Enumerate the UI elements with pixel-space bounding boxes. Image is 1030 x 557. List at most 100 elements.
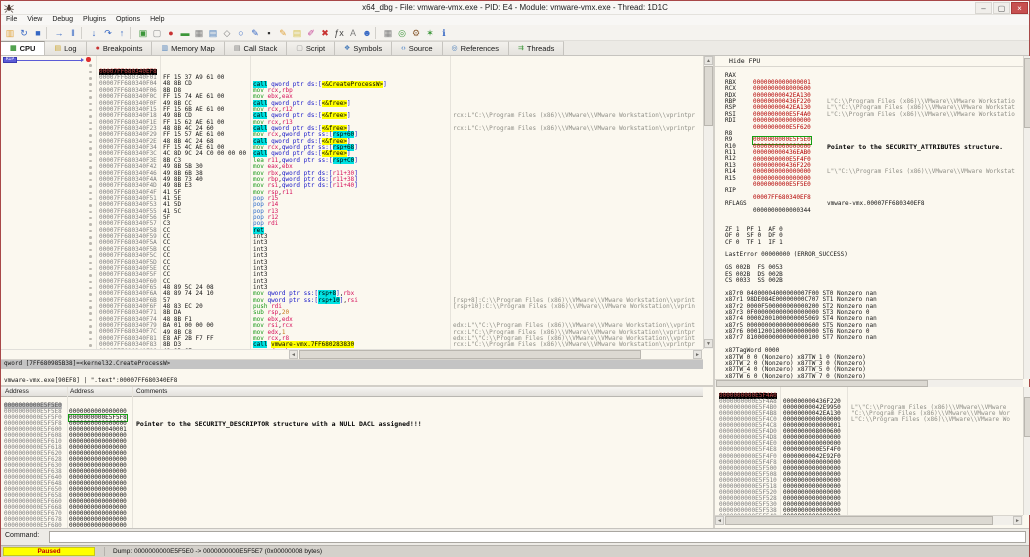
font-icon[interactable]: A [346,26,360,40]
menu-item[interactable]: View [22,15,47,25]
table-icon[interactable]: ▦ [381,26,395,40]
seh-chain-icon[interactable]: ◇ [220,26,234,40]
registers-hscrollbar[interactable] [715,379,1023,387]
clear-log-icon[interactable]: ✖ [318,26,332,40]
topmost-icon[interactable]: ◎ [395,26,409,40]
step-over-icon[interactable]: ↷ [101,26,115,40]
menu-item[interactable]: Plugins [78,15,111,25]
tab-script[interactable]: ▢ Script [287,41,336,55]
highlight-icon[interactable]: ✐ [304,26,318,40]
stack-row[interactable]: 0000000000E5F540 0000000000000000 [715,508,1023,515]
settings-icon[interactable]: ⚙ [409,26,423,40]
references-icon[interactable]: ✎ [248,26,262,40]
tab-log[interactable]: ▤ Log [45,41,87,55]
registers-vscrollbar[interactable] [1023,56,1030,379]
minimize-button[interactable]: – [975,2,992,14]
stack-pane[interactable]: 0000000000E5F4A0 000000000436F220 L"\"C:… [715,387,1023,515]
fx-icon[interactable]: ƒx [332,26,346,40]
breakpoint-dot-icon [89,159,92,163]
breakpoints-icon[interactable]: ● [164,26,178,40]
x64dbg-window: { "window": { "title": "x64_dbg - File: … [0,0,1030,557]
breakpoint-dot-icon [89,197,92,201]
dump-row[interactable]: 0000000000E5F680 0000000000000000 [1,517,703,529]
memory-map-icon[interactable]: ▬ [178,26,192,40]
scroll-thumb[interactable] [299,350,641,359]
separator[interactable] [81,26,86,39]
disassembly-vscrollbar[interactable]: ▲ ▼ [703,56,713,349]
breakpoint-dot-icon [89,108,92,112]
cpu-window-icon[interactable]: ▣ [136,26,150,40]
scroll-thumb[interactable] [716,380,928,387]
tab-symbols[interactable]: ❖ Symbols [335,41,393,55]
run-icon[interactable]: → [52,26,66,40]
disassembly-hscrollbar[interactable]: ◄ ► [1,349,703,359]
assembler-icon[interactable]: ✎ [276,26,290,40]
status-bar: Paused Dump: 0000000000E5F5E0 -> 0000000… [1,545,1029,557]
disassembly-row[interactable]: 00007FF680340F89 48 8B F8 mov rdi,rax [1,342,703,348]
tab-memory-map[interactable]: ▥ Memory Map [152,41,225,55]
tab-references[interactable]: ◎ References [442,41,509,55]
scroll-thumb[interactable] [1024,397,1030,437]
notes-icon[interactable]: ▤ [290,26,304,40]
tab-breakpoints[interactable]: ● Breakpoints [86,41,153,55]
breakpoint-dot-icon [89,140,92,144]
registers-pane[interactable]: Hide FPU RAX 0000000000000001 RBX 000000… [715,56,1023,379]
tab-threads[interactable]: ⇉ Threads [508,41,565,55]
separator[interactable] [130,26,135,39]
open-file-icon[interactable]: ▥ [3,26,17,40]
close-process-icon[interactable]: ■ [31,26,45,40]
breakpoint-dot-icon [89,204,92,207]
restart-icon[interactable]: ↻ [17,26,31,40]
step-into-icon[interactable]: ↓ [87,26,101,40]
pause-icon[interactable]: ‖ [66,26,80,40]
user-icon[interactable]: ☻ [360,26,374,40]
scroll-right-icon[interactable]: ► [1013,516,1022,525]
scroll-down-icon[interactable]: ▼ [704,339,713,348]
close-button[interactable]: × [1011,2,1028,14]
separator[interactable] [46,26,51,39]
breakpoint-dot-icon [89,337,92,341]
menu-item[interactable]: Help [145,15,169,25]
app-icon [4,4,14,13]
search-icon[interactable]: ○ [234,26,248,40]
hide-fpu-button[interactable]: Hide FPU [715,56,1023,67]
info-line-selected: qword [7FF680985B38]=<kernel32.CreatePro… [1,360,703,369]
script-window-icon[interactable]: ▢ [150,26,164,40]
scroll-thumb[interactable] [1024,58,1030,128]
command-input[interactable] [49,531,1026,543]
execute-till-return-icon[interactable]: ↑ [115,26,129,40]
scroll-up-icon[interactable]: ▲ [704,56,713,65]
scroll-left-icon[interactable]: ◄ [715,516,724,525]
tab-call-stack[interactable]: ▤ Call Stack [224,41,288,55]
toolbar: ▥ ↻ ■ → ‖ ↓ ↷ ↑ ▣ ▢ ● ▬ ▦ ▤ ◇ ○ ✎ ▪ ✎ ▤ ✐ ✖ ƒx A ☻ ▦ ◎ ⚙ ✶ ℹ [1,25,1029,41]
about-icon[interactable]: ℹ [437,26,451,40]
menu-item[interactable]: Debug [47,15,78,25]
scroll-thumb[interactable] [725,516,993,525]
breakpoint-dot-icon [89,318,92,322]
tab-source[interactable]: ‹› Source [392,41,443,55]
dump-pane[interactable]: Address Address Comments 0000000000E5F5E… [1,387,703,528]
shortcuts-icon[interactable]: ▪ [262,26,276,40]
call-stack-icon[interactable]: ▤ [206,26,220,40]
debug-bug-icon[interactable]: ✶ [423,26,437,40]
tab-label: Source [408,44,433,53]
dump-header-address2: Address [70,388,94,395]
scroll-right-icon[interactable]: ► [693,350,702,359]
menu-item[interactable]: File [1,15,22,25]
scroll-left-icon[interactable]: ◄ [289,350,298,359]
breakpoint-dot-icon [89,134,92,137]
dump-header-address1: Address [5,388,29,395]
tab-cpu[interactable]: ▦ CPU [1,41,46,55]
separator[interactable] [375,26,380,39]
maximize-button[interactable]: ▢ [993,2,1010,14]
patches-icon[interactable]: ▦ [192,26,206,40]
info-box: qword [7FF680985B38]=<kernel32.CreatePro… [1,359,703,385]
menu-item[interactable]: Options [111,15,145,25]
scroll-thumb[interactable] [704,66,713,126]
breakpoint-dot-icon [86,57,91,62]
stack-vscrollbar[interactable] [1023,387,1030,515]
stack-hscrollbar[interactable]: ◄ ► [715,515,1023,525]
status-message: Dump: 0000000000E5F5E0 -> 0000000000E5F5… [113,548,323,555]
disassembly-pane[interactable]: RIP 00007FF680340EF8 FF 15 37 A9 61 00 c… [1,56,703,349]
breakpoint-dot-icon [89,96,92,99]
